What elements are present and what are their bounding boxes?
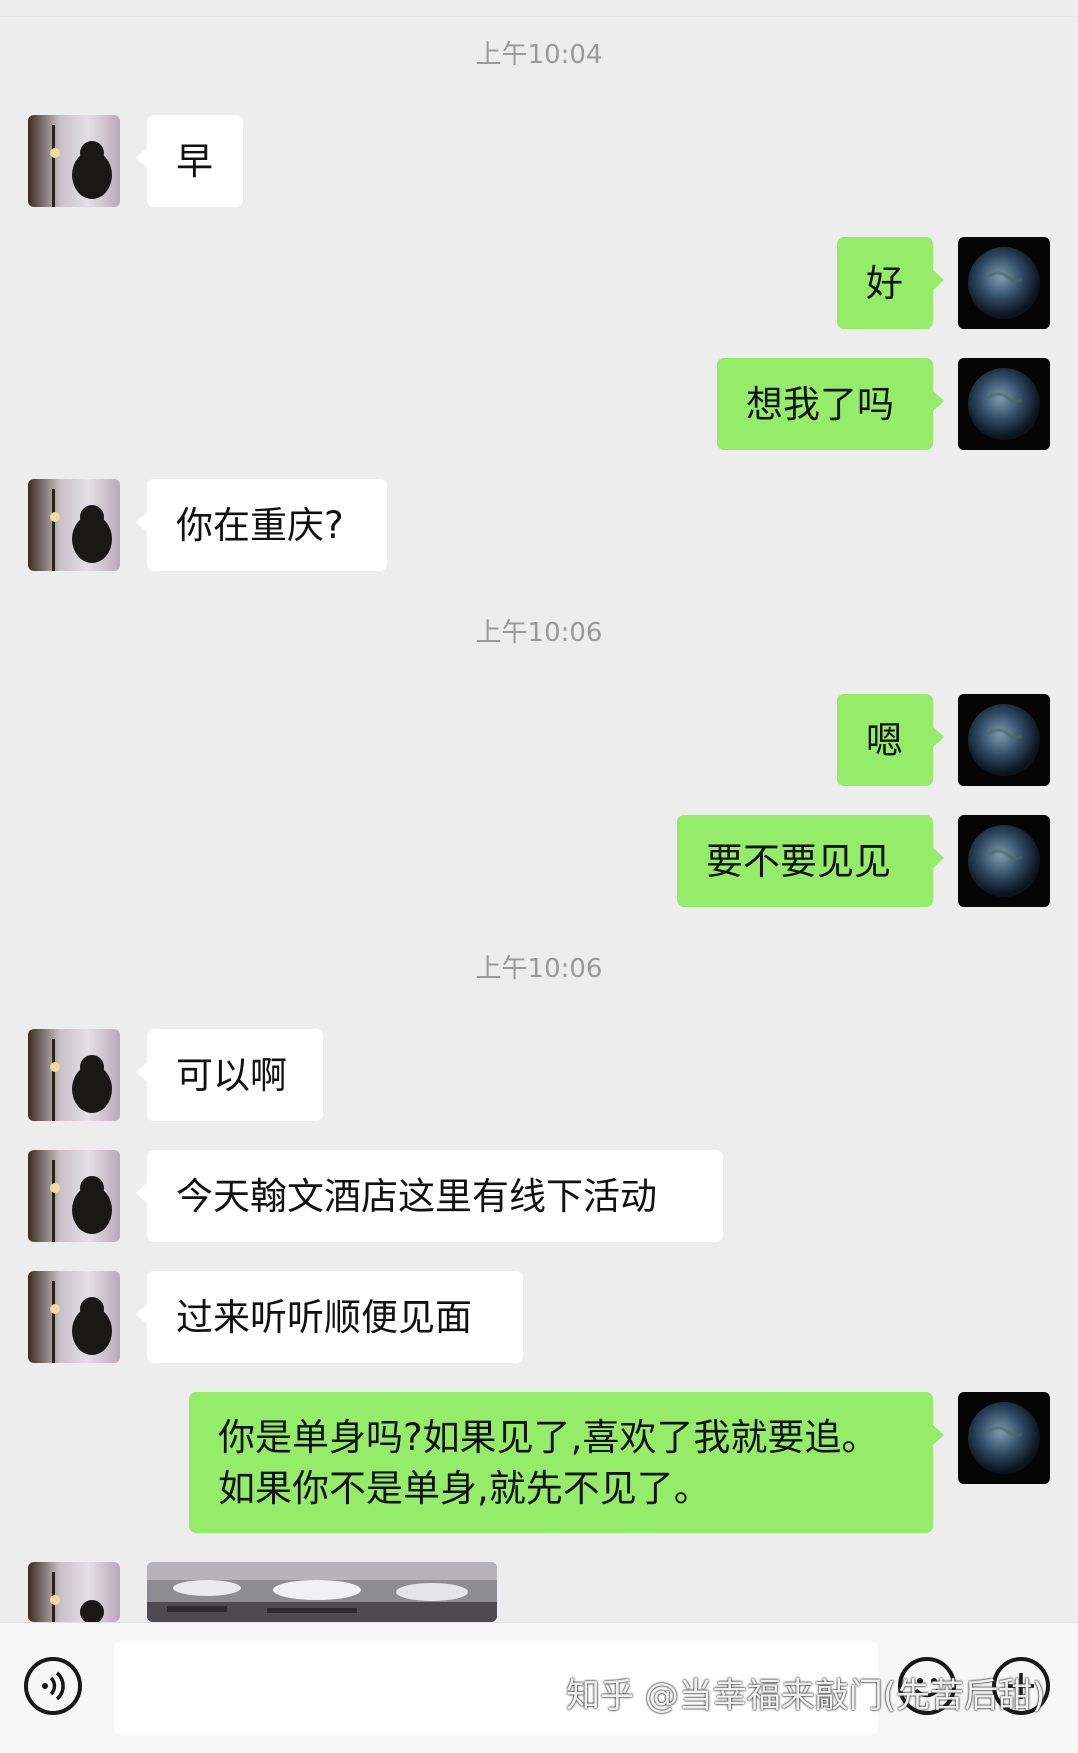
message-bubble-received[interactable]: 可以啊 (136, 1029, 323, 1121)
contact-avatar[interactable] (28, 115, 120, 207)
message-bubble-sent[interactable]: 你是单身吗?如果见了,喜欢了我就要追。如果你不是单身,就先不见了。 (189, 1392, 944, 1533)
message-bubble-received[interactable]: 你在重庆? (136, 479, 387, 571)
contact-avatar[interactable] (28, 1150, 120, 1242)
contact-avatar[interactable] (28, 1029, 120, 1121)
message-bubble-sent[interactable]: 嗯 (837, 694, 944, 786)
my-avatar[interactable] (958, 1392, 1050, 1484)
top-divider (0, 16, 1078, 17)
my-avatar[interactable] (958, 694, 1050, 786)
contact-avatar[interactable] (28, 1271, 120, 1363)
timestamp: 上午10:06 (475, 618, 603, 648)
message-bubble-received[interactable]: 早 (136, 115, 243, 207)
contact-avatar[interactable] (28, 479, 120, 571)
message-bubble-sent[interactable]: 想我了吗 (717, 358, 944, 450)
contact-avatar[interactable] (28, 1562, 120, 1622)
voice-icon[interactable] (24, 1657, 82, 1715)
image-message[interactable] (147, 1562, 497, 1622)
timestamp: 上午10:06 (475, 954, 603, 984)
message-bubble-sent[interactable]: 好 (837, 237, 944, 329)
timestamp: 上午10:04 (475, 40, 603, 70)
message-bubble-received[interactable]: 今天翰文酒店这里有线下活动 (136, 1150, 723, 1242)
message-bubble-received[interactable]: 过来听听顺便见面 (136, 1271, 523, 1363)
message-bubble-sent[interactable]: 要不要见见 (677, 815, 944, 907)
my-avatar[interactable] (958, 237, 1050, 329)
my-avatar[interactable] (958, 358, 1050, 450)
my-avatar[interactable] (958, 815, 1050, 907)
watermark: 知乎 @当幸福来敲门(先苦后甜) (566, 1676, 1046, 1716)
